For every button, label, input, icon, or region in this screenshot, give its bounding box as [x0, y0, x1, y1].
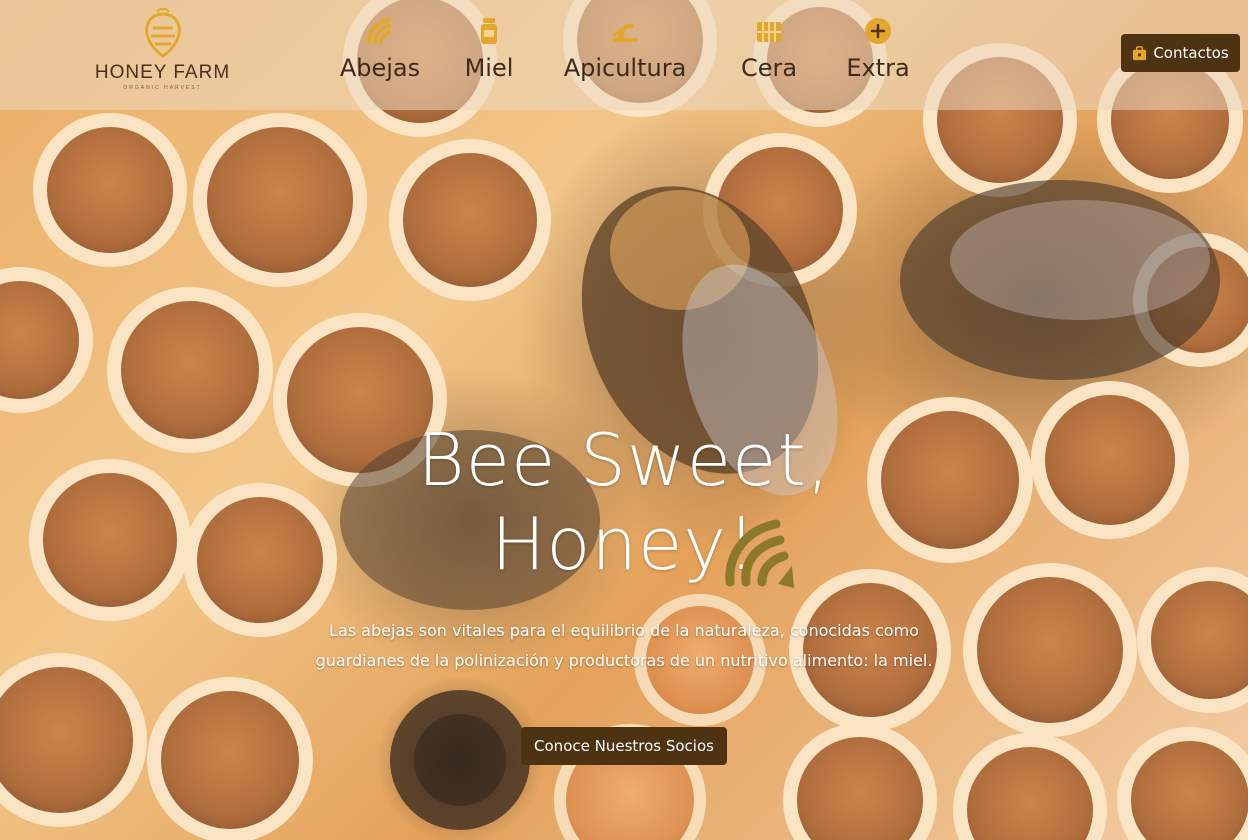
wax-comb-icon	[757, 22, 781, 42]
brand-logo[interactable]: HONEY FARM ORGANIC HARVEST	[80, 8, 245, 100]
headline-line-2: Honey!	[491, 502, 757, 586]
nav-item-extra[interactable]: Extra	[846, 16, 910, 82]
nav-item-cera[interactable]: Cera	[740, 16, 798, 82]
honey-stripe-icon	[367, 18, 391, 44]
plus-circle-icon	[865, 18, 891, 44]
brand-tagline: ORGANIC HARVEST	[123, 85, 202, 91]
honey-jar-icon	[481, 18, 497, 44]
nav-item-label: Extra	[846, 54, 910, 82]
contactos-button-label: Contactos	[1153, 44, 1229, 62]
nav-item-abejas[interactable]: Abejas	[339, 16, 421, 82]
nav-item-label: Cera	[740, 54, 798, 82]
beekeeper-hive-icon	[612, 24, 637, 42]
honey-stripe-icon	[725, 519, 794, 588]
bee-honey-logo-icon	[144, 8, 181, 58]
top-navigation-bar: HONEY FARM ORGANIC HARVEST Abejas Miel A…	[0, 0, 1248, 110]
nav-item-label: Miel	[464, 54, 514, 82]
contactos-button[interactable]: Contactos	[1121, 34, 1240, 72]
brand-name: HONEY FARM	[94, 62, 231, 83]
nav-item-miel[interactable]: Miel	[461, 16, 517, 82]
nav-item-label: Apicultura	[563, 54, 687, 82]
headline-line-1: Bee Sweet,	[417, 418, 831, 502]
conoce-nuestros-socios-button[interactable]: Conoce Nuestros Socios	[521, 727, 727, 765]
briefcase-icon	[1133, 45, 1147, 60]
nav-item-apicultura[interactable]: Apicultura	[561, 16, 689, 82]
hero-description: Las abejas son vitales para el equilibri…	[315, 621, 933, 670]
hero-section: HONEY FARM ORGANIC HARVEST Abejas Miel A…	[0, 0, 1248, 840]
nav-item-label: Abejas	[339, 54, 421, 82]
hero-headline: Bee Sweet, Honey!	[324, 418, 924, 586]
